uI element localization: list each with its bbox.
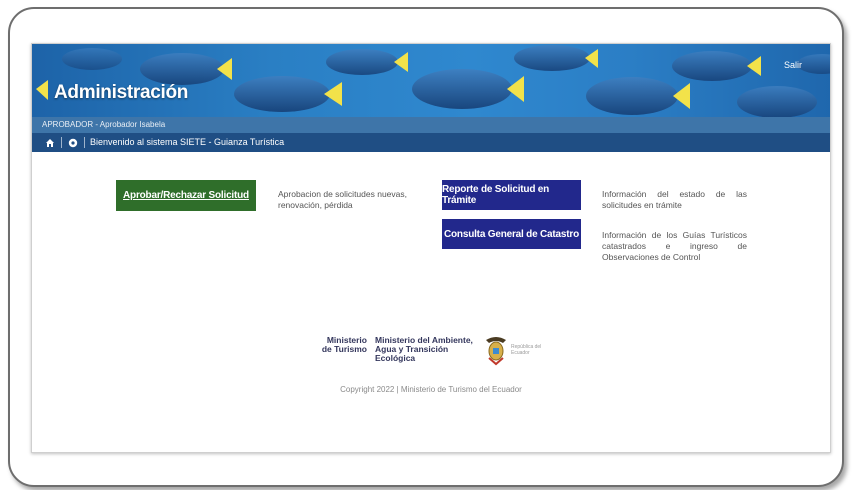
breadcrumb-bar: Bienvenido al sistema SIETE - Guianza Tu… <box>32 133 830 152</box>
nav-separator <box>84 137 85 148</box>
nav-separator <box>61 137 62 148</box>
ministry-tourism-logo: Ministerio de Turismo <box>321 335 367 354</box>
approve-reject-button[interactable]: Aprobar/Rechazar Solicitud <box>116 180 256 211</box>
ecuador-coat-of-arms-icon <box>486 337 506 366</box>
copyright-text: Copyright 2022 | Ministerio de Turismo d… <box>340 385 522 394</box>
gear-icon[interactable] <box>67 137 79 149</box>
user-role-label: APROBADOR - Aprobador Isabela <box>42 120 166 129</box>
page-container: Administración Salir APROBADOR - Aprobad… <box>31 43 831 453</box>
header-banner: Administración Salir <box>32 44 830 117</box>
catalog-query-button[interactable]: Consulta General de Catastro <box>442 219 581 249</box>
republic-label: República del Ecuador <box>511 344 542 356</box>
pending-report-description: Información del estado de las solicitude… <box>602 189 747 210</box>
welcome-text: Bienvenido al sistema SIETE - Guianza Tu… <box>90 137 285 147</box>
logout-link[interactable]: Salir <box>784 60 802 70</box>
home-icon[interactable] <box>44 137 56 149</box>
catalog-query-description: Información de los Guías Turísticos cata… <box>602 230 747 262</box>
app-title: Administración <box>54 82 189 103</box>
pending-report-button[interactable]: Reporte de Solicitud en Trámite <box>442 180 581 210</box>
approve-reject-description: Aprobacion de solicitudes nuevas, renova… <box>278 189 407 210</box>
ministry-environment-logo: Ministerio del Ambiente, Agua y Transici… <box>375 335 473 363</box>
fish-banner-image <box>36 45 830 117</box>
user-info-bar: APROBADOR - Aprobador Isabela <box>32 117 830 133</box>
